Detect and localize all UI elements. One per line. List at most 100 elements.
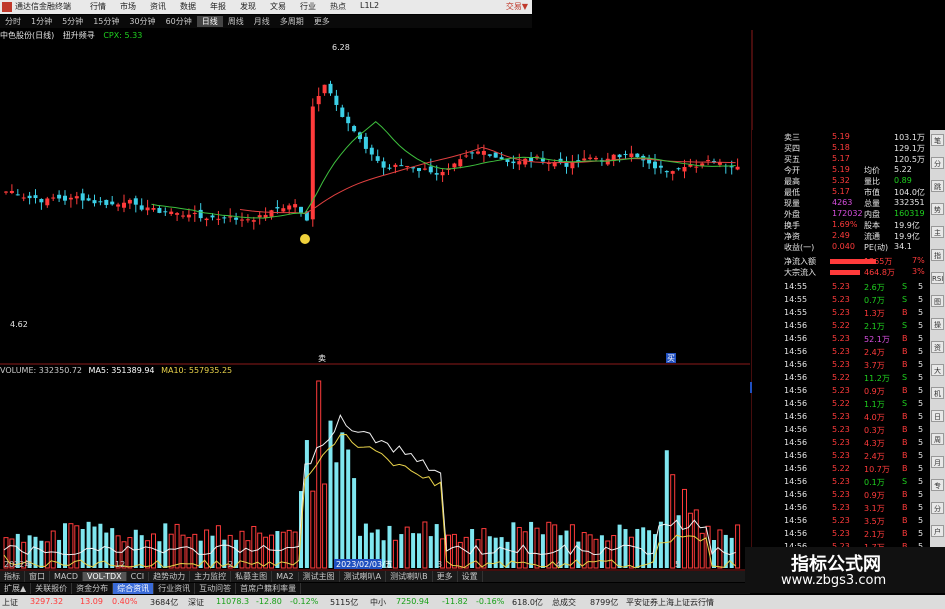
- candle-body: [33, 195, 38, 199]
- indicator-tab[interactable]: 私募主图: [231, 571, 273, 582]
- side-tab[interactable]: 主: [931, 226, 944, 238]
- period-tab[interactable]: 周线: [223, 16, 249, 27]
- candle-body: [458, 159, 463, 167]
- period-tab[interactable]: 15分钟: [88, 16, 124, 27]
- volume-bar: [127, 537, 133, 569]
- period-tab[interactable]: 月线: [249, 16, 275, 27]
- period-tab[interactable]: 30分钟: [124, 16, 160, 27]
- period-tab[interactable]: 60分钟: [161, 16, 197, 27]
- tick-row: 14:56 5.23 3.7万 B 5: [752, 360, 928, 371]
- side-tab[interactable]: 大: [931, 364, 944, 376]
- candle-body: [481, 150, 486, 155]
- menu-item[interactable]: 发现: [240, 1, 256, 12]
- indicator-tab[interactable]: VOL-TDX: [82, 572, 127, 581]
- trade-menu-button[interactable]: 交易▼: [506, 1, 528, 12]
- side-tab[interactable]: 图: [931, 295, 944, 307]
- sz-label: 深证: [188, 598, 204, 607]
- extension-tab[interactable]: 关联报价: [31, 583, 73, 594]
- indicator-tab[interactable]: 更多: [433, 571, 458, 582]
- extension-tab[interactable]: 首席户籍利率量: [236, 583, 302, 594]
- side-tab[interactable]: 专: [931, 479, 944, 491]
- flow-label: 净流入额: [784, 257, 816, 266]
- candle-body: [676, 168, 681, 170]
- side-tab[interactable]: 笔: [931, 134, 944, 146]
- menu-item[interactable]: 行情: [90, 1, 106, 12]
- tick-count: 5: [918, 529, 924, 538]
- tick-volume: 2.6万: [864, 283, 885, 292]
- tick-row: 14:56 5.23 2.4万 B 5: [752, 347, 928, 358]
- side-tab[interactable]: 月: [931, 456, 944, 468]
- extension-tab[interactable]: 资金分布: [72, 583, 114, 594]
- side-tab[interactable]: 户: [931, 525, 944, 537]
- candle-body: [594, 157, 598, 160]
- menu-item[interactable]: 热点: [330, 1, 346, 12]
- indicator-tab[interactable]: 趋势动力: [149, 571, 191, 582]
- period-tab[interactable]: 分时: [0, 16, 26, 27]
- extension-tab[interactable]: 行业资讯: [154, 583, 196, 594]
- indicator-tab[interactable]: 指标: [0, 571, 25, 582]
- extension-tab[interactable]: 互动问答: [195, 583, 237, 594]
- menu-item[interactable]: 市场: [120, 1, 136, 12]
- indicator-tab[interactable]: 窗口: [25, 571, 50, 582]
- side-tab[interactable]: 势: [931, 203, 944, 215]
- indicator-tab[interactable]: MACD: [50, 572, 83, 581]
- menu-item[interactable]: 数据: [180, 1, 196, 12]
- extension-tab[interactable]: 综合资讯: [113, 583, 155, 594]
- side-tab[interactable]: RSI: [931, 272, 944, 284]
- menu-item[interactable]: 资讯: [150, 1, 166, 12]
- tick-time: 14:56: [784, 451, 808, 460]
- indicator-tab[interactable]: 测试主图: [299, 571, 340, 582]
- period-tab[interactable]: 日线: [196, 16, 223, 27]
- side-tab[interactable]: 操: [931, 318, 944, 330]
- tick-row: 14:56 5.23 3.1万 B 5: [752, 503, 928, 514]
- side-tab[interactable]: 日: [931, 410, 944, 422]
- period-tab[interactable]: 5分钟: [57, 16, 88, 27]
- indicator-tab[interactable]: 测试喇叭A: [340, 571, 387, 582]
- indicator-tab[interactable]: MA2: [272, 572, 299, 581]
- indicator-tab[interactable]: 主力监控: [190, 571, 232, 582]
- menu-item[interactable]: 年报: [210, 1, 226, 12]
- candle-body: [281, 208, 286, 212]
- tick-side: B: [902, 412, 908, 421]
- period-tab[interactable]: 更多: [309, 16, 335, 27]
- side-tab[interactable]: 机: [931, 387, 944, 399]
- quote-value2: 5.22: [894, 165, 912, 174]
- quote-value2: 104.0亿: [894, 188, 925, 197]
- signal-icon: [300, 234, 310, 244]
- side-tab[interactable]: 分: [931, 502, 944, 514]
- tick-volume: 11.2万: [864, 374, 890, 383]
- side-tab[interactable]: 资: [931, 341, 944, 353]
- side-tab[interactable]: 指: [931, 249, 944, 261]
- volume-bar: [593, 538, 599, 569]
- quote-label: 买五: [784, 155, 800, 164]
- candle-body: [163, 211, 168, 213]
- tick-count: 5: [918, 516, 924, 525]
- indicator-tab[interactable]: 测试喇叭B: [386, 571, 433, 582]
- period-tab[interactable]: 多周期: [275, 16, 309, 27]
- candle-body: [682, 166, 687, 172]
- extension-tab[interactable]: 扩展▲: [0, 583, 32, 594]
- tick-time: 14:56: [784, 334, 808, 343]
- menu-item[interactable]: L1L2: [360, 1, 379, 12]
- time-tick: 2: [228, 560, 233, 569]
- candle-body: [27, 195, 32, 199]
- candle-body: [393, 164, 398, 167]
- quote-row: 收益(一) 0.040 PE(动) 34.1: [752, 242, 928, 253]
- volume-bar: [275, 531, 280, 568]
- volume-bar: [346, 449, 351, 568]
- side-tab[interactable]: 分: [931, 157, 944, 169]
- time-tick: 2022年: [4, 559, 32, 569]
- quote-row: 最高 5.32 量比 0.89: [752, 176, 928, 187]
- indicator-tab[interactable]: CCI: [127, 572, 150, 581]
- menu-item[interactable]: 行业: [300, 1, 316, 12]
- menu-item[interactable]: 文易: [270, 1, 286, 12]
- tick-volume: 3.7万: [864, 361, 885, 370]
- kline-chart[interactable]: 5.605.505.405.305.205.105.004.904.804.70…: [0, 30, 782, 575]
- side-tab[interactable]: 跳: [931, 180, 944, 192]
- period-tab[interactable]: 1分钟: [26, 16, 57, 27]
- tick-volume: 0.1万: [864, 478, 885, 487]
- sz-amount: 5115亿: [330, 598, 359, 607]
- side-tab[interactable]: 周: [931, 433, 944, 445]
- candle-body: [399, 165, 404, 167]
- indicator-tab[interactable]: 设置: [458, 571, 483, 582]
